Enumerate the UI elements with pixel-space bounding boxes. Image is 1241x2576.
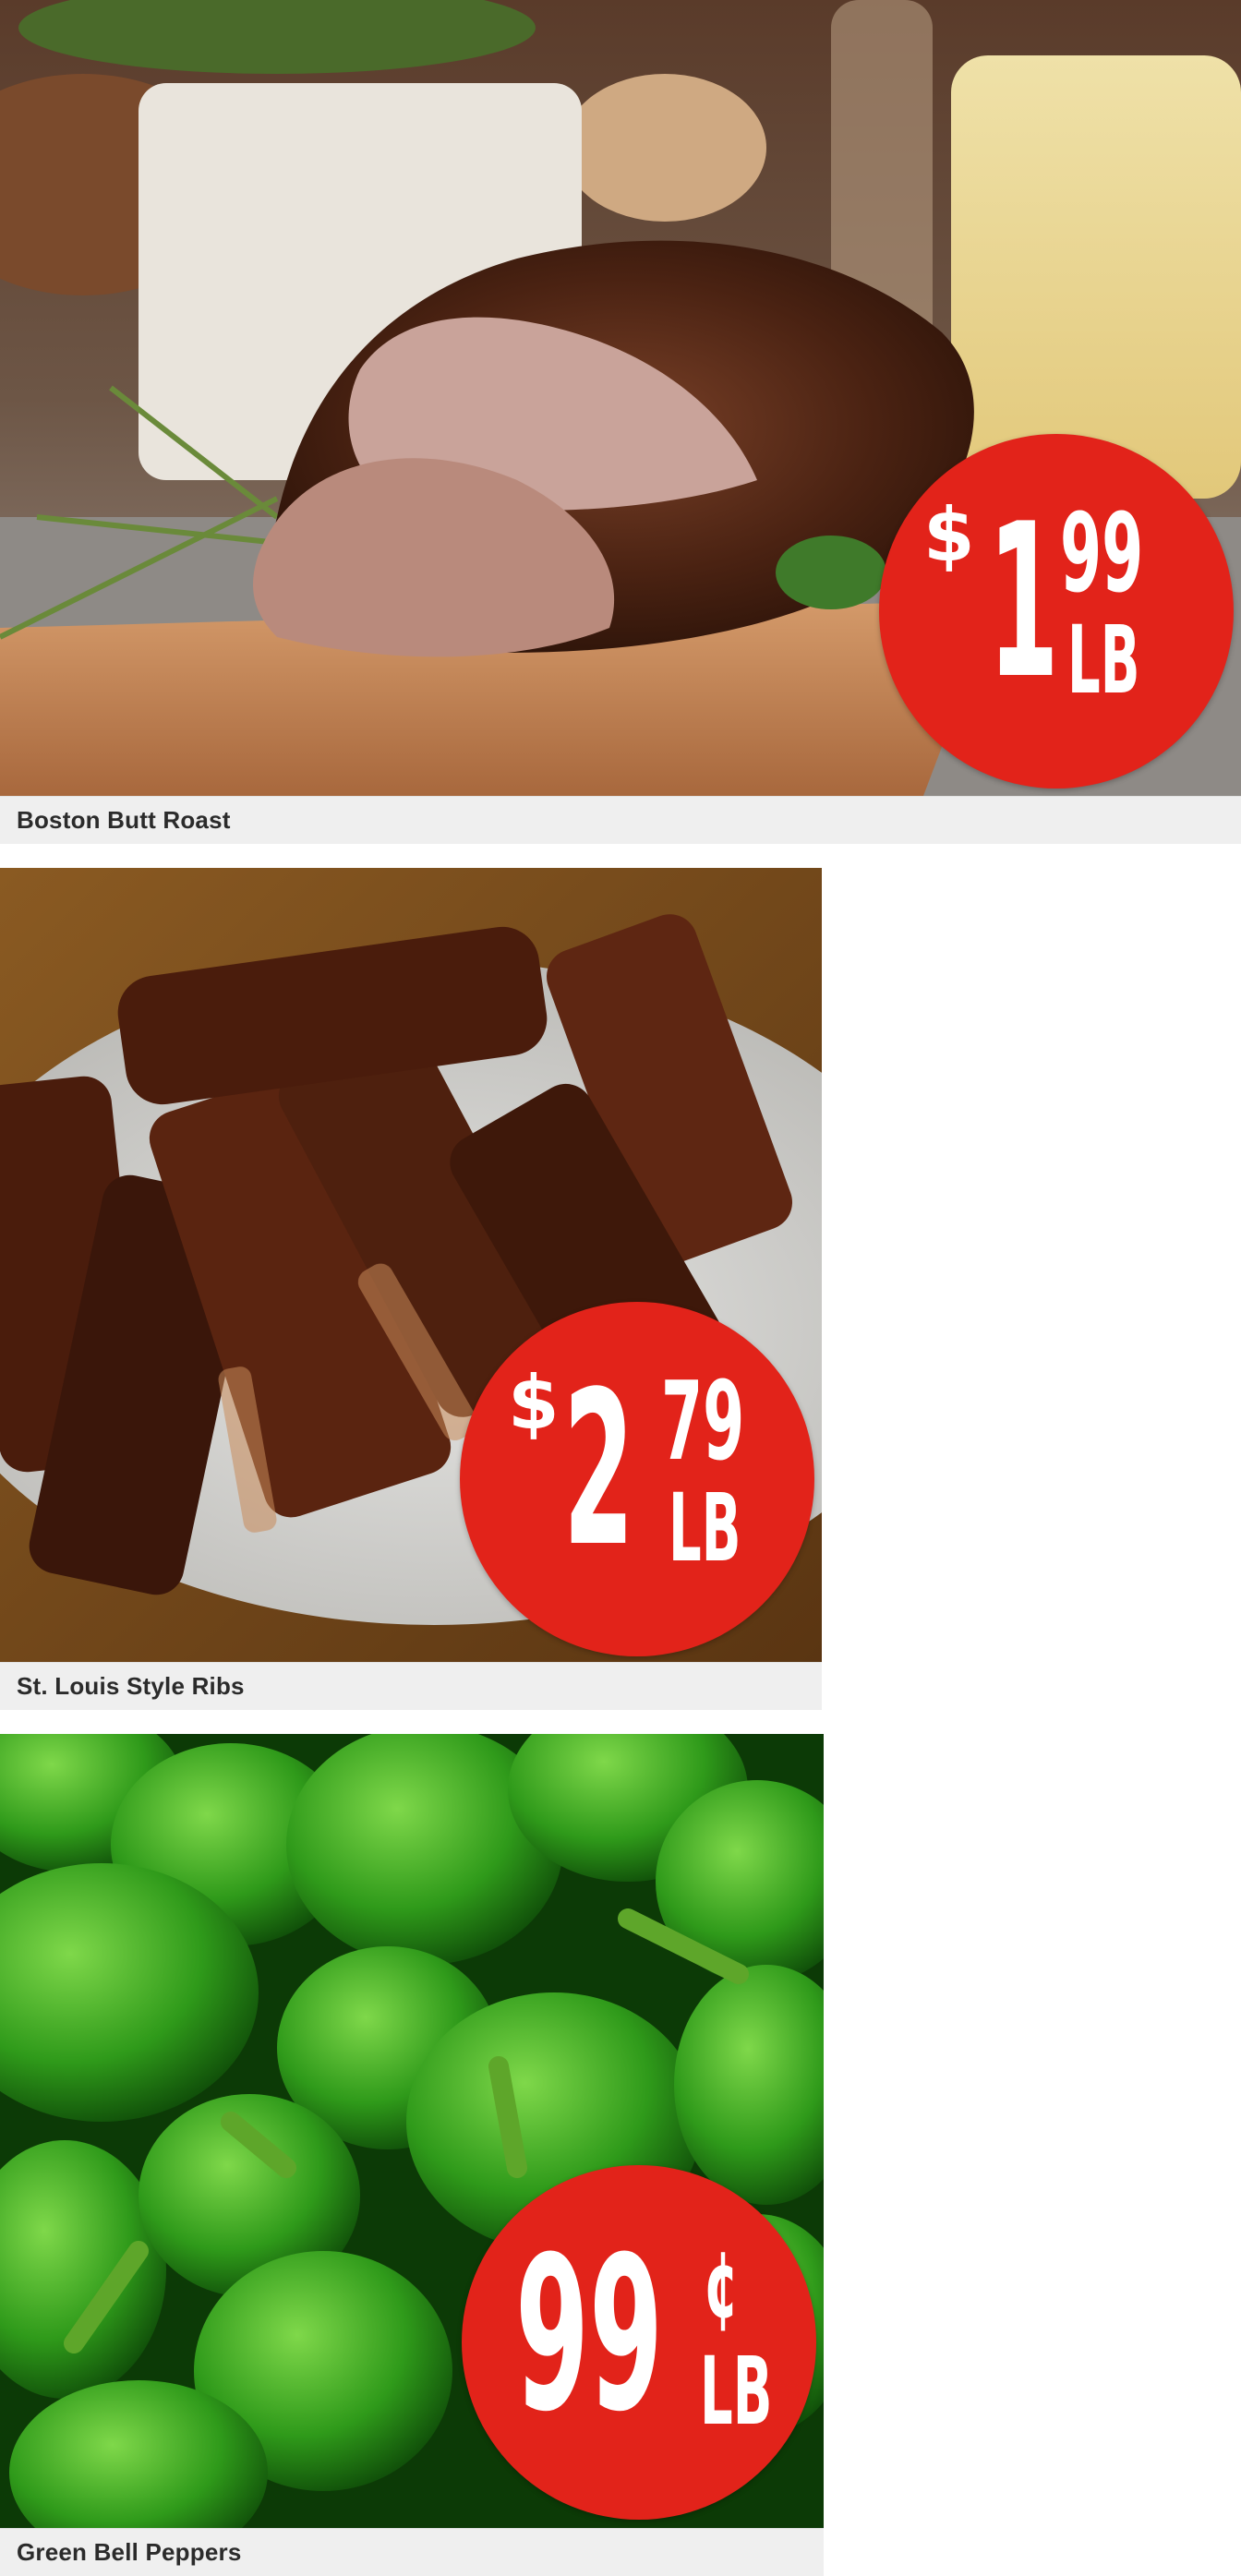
product-card-boston-butt-roast[interactable]: $ 1 99 LB Boston Butt Roast	[0, 0, 1241, 844]
product-caption: Boston Butt Roast	[0, 796, 1241, 844]
price-unit: LB	[700, 2337, 773, 2447]
price-currency: $	[508, 1360, 560, 1446]
product-name: Green Bell Peppers	[17, 2538, 242, 2566]
price-unit: LB	[1067, 606, 1140, 716]
product-card-st-louis-style-ribs[interactable]: $ 2 79 LB St. Louis Style Ribs	[0, 868, 822, 1710]
price-cent-sign: ¢	[704, 2231, 740, 2339]
price-unit: LB	[669, 1474, 741, 1583]
price-currency: $	[923, 492, 975, 578]
price-amount: 99	[515, 2212, 664, 2459]
product-card-green-bell-peppers[interactable]: 99 ¢ LB Green Bell Peppers	[0, 1734, 824, 2576]
price-cents: 79	[661, 1357, 745, 1485]
product-caption: St. Louis Style Ribs	[0, 1662, 822, 1710]
price-whole: 2	[563, 1347, 634, 1594]
product-name: St. Louis Style Ribs	[17, 1672, 245, 1700]
product-caption: Green Bell Peppers	[0, 2528, 824, 2576]
price-badge: $ 1 99 LB	[879, 434, 1234, 788]
price-badge: $ 2 79 LB	[460, 1302, 814, 1656]
price-badge: 99 ¢ LB	[462, 2165, 816, 2520]
price-whole: 1	[988, 479, 1059, 726]
price-cents: 99	[1060, 489, 1144, 617]
product-name: Boston Butt Roast	[17, 806, 231, 834]
